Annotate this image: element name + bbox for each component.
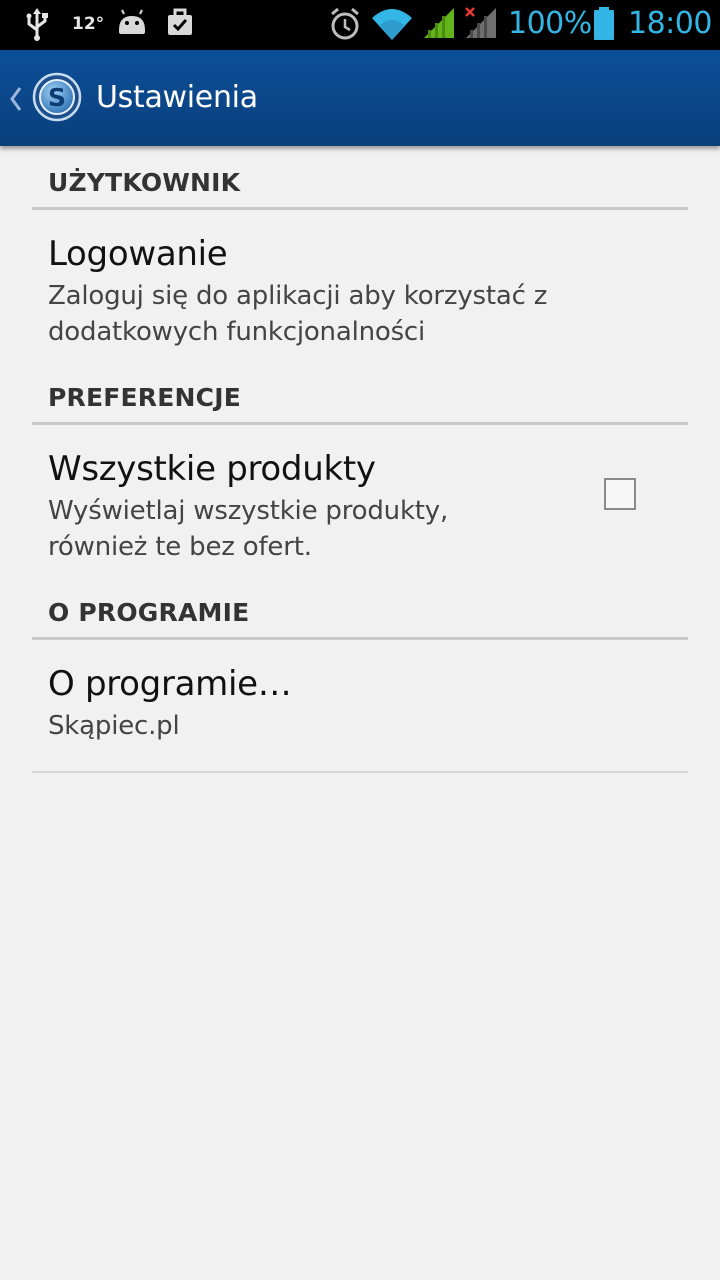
all-products-checkbox[interactable] [604,478,636,510]
app-logo-letter: S [48,83,66,112]
category-header-about: O PROGRAMIE [32,576,688,640]
category-title: PREFERENCJE [48,383,241,412]
category-header-preferences: PREFERENCJE [32,361,688,425]
signal-no-service-icon [465,7,496,38]
status-bar: 12° 100% 18:00 [0,0,720,50]
clock-time: 18:00 [628,6,712,41]
wifi-icon [372,9,412,40]
battery-percent-text: 100% [508,6,592,41]
action-bar: S Ustawienia [0,50,720,146]
preferences-list: UŻYTKOWNIK Logowanie Zaloguj się do apli… [32,146,688,773]
preference-title: Wszystkie produkty [48,449,376,489]
up-navigation-button[interactable]: S [0,50,96,146]
android-icon [119,9,145,34]
alarm-icon [331,7,359,40]
preference-summary: Wyświetlaj wszystkie produkty, również t… [48,496,449,562]
preference-summary: Zaloguj się do aplikacji aby korzystać z… [48,281,548,347]
usb-icon [26,8,48,41]
preference-summary: Skąpiec.pl [48,711,180,741]
app-logo: S [32,72,82,122]
preference-about[interactable]: O programie… Skąpiec.pl [32,640,688,773]
preference-title: O programie… [48,664,292,704]
category-title: O PROGRAMIE [48,598,250,627]
preference-title: Logowanie [48,234,228,274]
temperature-text: 12° [72,14,105,34]
briefcase-icon [168,8,192,35]
battery-icon [594,7,614,40]
signal-icon [424,8,454,38]
category-title: UŻYTKOWNIK [48,168,241,197]
chevron-left-icon [10,87,22,111]
page-title: Ustawienia [96,80,258,115]
category-header-user: UŻYTKOWNIK [32,146,688,210]
